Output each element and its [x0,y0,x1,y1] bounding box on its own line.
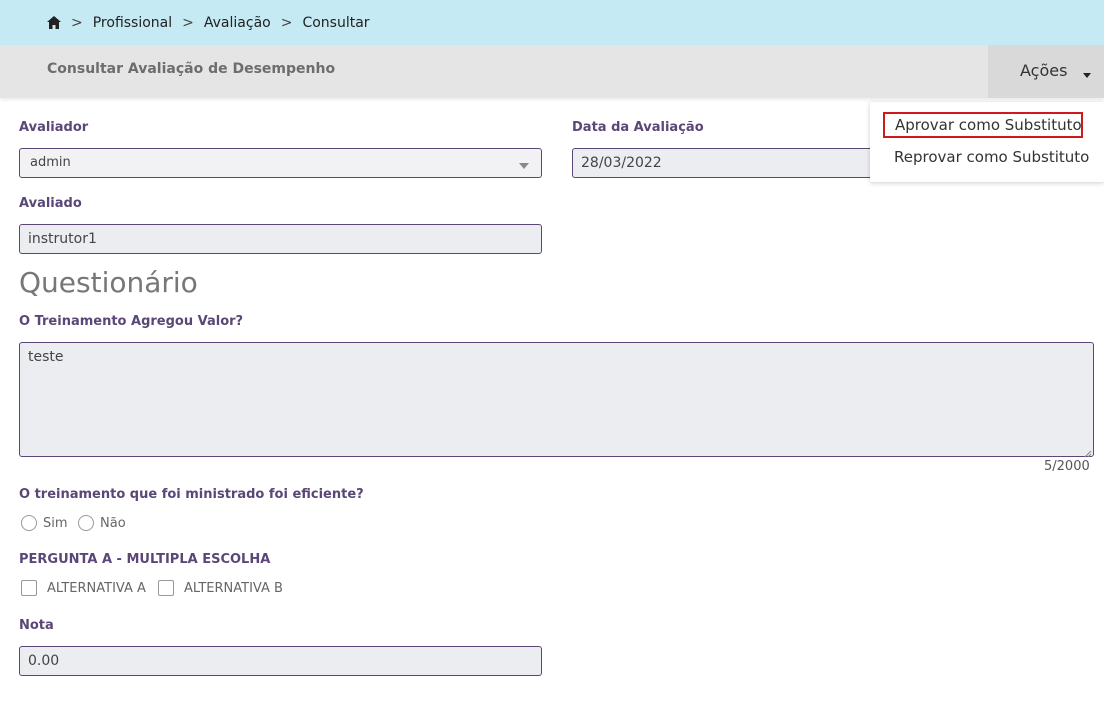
data-avaliacao-field[interactable]: 28/03/2022 [572,148,892,178]
checkbox-label: ALTERNATIVA A [47,580,146,596]
character-counter: 5/2000 [1044,459,1090,474]
page-header: Consultar Avaliação de Desempenho Ações [0,45,1104,98]
page-title: Consultar Avaliação de Desempenho [47,61,336,77]
breadcrumb-separator: > [71,14,83,31]
breadcrumb-separator: > [280,14,293,31]
menu-item-aprovar-substituto[interactable]: Aprovar como Substituto [883,112,1083,138]
nota-label: Nota [19,618,54,633]
q1-textarea[interactable]: teste [19,342,1094,458]
radio-button[interactable] [21,515,37,531]
actions-button[interactable]: Ações [988,45,1104,98]
checkbox-label: ALTERNATIVA B [184,580,283,596]
q3-label: PERGUNTA A - MULTIPLA ESCOLHA [19,552,271,567]
checkbox[interactable] [158,580,174,596]
menu-item-reprovar-substituto[interactable]: Reprovar como Substituto [894,148,1089,166]
radio-label: Não [100,515,126,531]
radio-option-nao[interactable]: Não [78,515,126,531]
avaliador-value: admin [30,155,71,170]
questionario-title: Questionário [19,266,198,299]
breadcrumb: > Profissional > Avaliação > Consultar [0,0,1104,45]
q1-value: teste [28,349,64,365]
radio-label: Sim [43,515,68,531]
checkbox[interactable] [21,580,37,596]
avaliador-select[interactable]: admin [19,148,542,178]
nota-value: 0.00 [28,653,60,669]
breadcrumb-item-profissional[interactable]: Profissional [93,15,172,31]
q1-label: O Treinamento Agregou Valor? [19,314,244,329]
avaliado-label: Avaliado [19,196,82,211]
home-icon[interactable] [47,16,61,29]
avaliador-label: Avaliador [19,120,89,135]
radio-button[interactable] [78,515,94,531]
chevron-down-icon [519,163,529,169]
caret-down-icon [1083,73,1091,78]
data-avaliacao-label: Data da Avaliação [572,120,704,135]
breadcrumb-item-avaliacao[interactable]: Avaliação [204,15,271,31]
breadcrumb-item-consultar: Consultar [302,14,370,31]
resize-grip-icon[interactable] [1083,446,1092,458]
breadcrumb-separator: > [182,14,194,31]
avaliado-field[interactable]: instrutor1 [19,224,542,254]
actions-dropdown-menu: Aprovar como Substituto Reprovar como Su… [870,102,1104,182]
checkbox-option-a[interactable]: ALTERNATIVA A [21,580,146,596]
avaliado-value: instrutor1 [28,231,97,247]
data-avaliacao-value: 28/03/2022 [581,155,662,171]
actions-button-label: Ações [1020,61,1068,80]
radio-option-sim[interactable]: Sim [21,515,68,531]
q2-label: O treinamento que foi ministrado foi efi… [19,487,364,502]
nota-field[interactable]: 0.00 [19,646,542,676]
checkbox-option-b[interactable]: ALTERNATIVA B [158,580,283,596]
